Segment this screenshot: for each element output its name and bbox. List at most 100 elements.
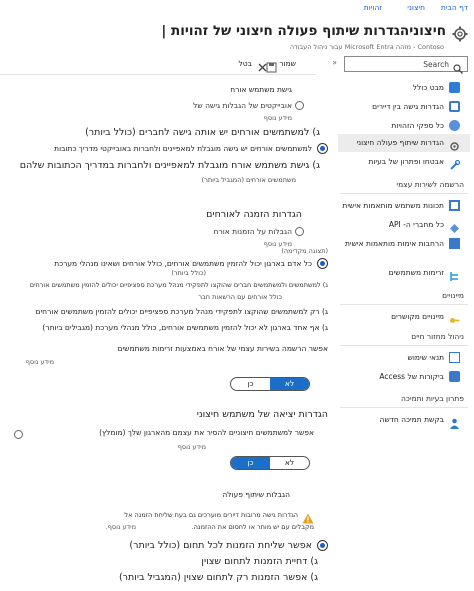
guest-invite-option-4[interactable]: ג) אף אחד בארגון לא יכול להזמין משתמשים … (42, 324, 328, 332)
collab-warning-line-1: הגדרות גישה מרובות דיירים מוערכים גם בעת… (124, 511, 298, 519)
sidebar-item-label: זרימות משתמשים (388, 268, 444, 277)
sidebar-item-user-flows[interactable]: זרימות משתמשים (340, 265, 460, 281)
external-leave-toggle[interactable]: כן לא (230, 456, 310, 470)
sidebar-section-title: מיינויים (442, 291, 464, 300)
sidebar-divider (340, 345, 468, 346)
save-button[interactable]: שמור (279, 60, 296, 68)
collab-warning-line-2: מקבלים עם יש מותר או לחסום את ההזמנה. (191, 523, 314, 531)
sidebar-item-label: אבטחו ופתרון של בעיות (368, 157, 444, 166)
page-title: חיצוניהגדרות שיתוף פעולה חיצוני של זהויו… (161, 23, 446, 39)
user-flows-icon (449, 267, 460, 281)
sidebar-item-label: הגדרות גישה בין דיירים (372, 102, 444, 111)
sidebar-item-overview[interactable]: מבט כולל (340, 80, 460, 96)
collab-option-1[interactable]: אפשר שליחת הזמנות לכל תחום (כולל ביותר) (129, 541, 312, 551)
toolbar-divider (0, 74, 316, 75)
wrench-icon (449, 156, 461, 170)
guest-access-option-2[interactable]: למשתמשים אורחים יש גישה מוגבלת למאפיינים… (54, 145, 312, 153)
guest-invite-radio-1[interactable] (317, 258, 328, 269)
sidebar-item-label: תנאי שימוש (407, 353, 444, 362)
sidebar-item-troubleshoot[interactable]: אבטחו ופתרון של בעיות (340, 154, 461, 170)
preview-tag: (תצוגה מקדימה) (281, 247, 328, 255)
collapse-sidebar-icon[interactable]: « (332, 59, 337, 67)
connector-icon (449, 219, 460, 233)
sidebar-item-label: כל ספקי הזהויות (391, 121, 444, 130)
sidebar-section-title: ניהול מחזור חיים (411, 332, 464, 341)
overview-icon (449, 82, 460, 93)
guest-access-radio-2[interactable] (317, 143, 328, 154)
sidebar-item-identity-providers[interactable]: כל ספקי הזהויות (340, 118, 460, 134)
sidebar-divider (340, 304, 468, 305)
guest-access-option-3-note: משתמשים אורחים (המגביל ביותר) (201, 176, 296, 184)
sidebar-item-label: מבט כולל (412, 83, 444, 92)
toggle-no[interactable]: לא (270, 457, 309, 469)
breadcrumb-identities[interactable]: זהויות (364, 4, 382, 12)
collab-option-2[interactable]: ג) דחיית הזמנות לתחום שצוין (201, 557, 318, 567)
info-icon[interactable] (295, 101, 304, 110)
guest-invite-option-3[interactable]: ג) רק למשתמשים שהוקצו לתפקידי מנהל מערכת… (36, 308, 328, 316)
identity-providers-icon (449, 120, 460, 131)
guest-invite-sub: הגבלות על הזמנות אורח (213, 227, 292, 236)
warning-icon (302, 509, 314, 524)
sidebar-item-label: תכונות משתמש מותאמות אישית (342, 201, 444, 210)
guest-access-sub: אובייקטים של הגבלות גישה של (193, 101, 292, 110)
sidebar-search-input[interactable]: Search (423, 61, 449, 69)
external-leave-label: אפשר למשתמשים חיצוניים להסיר את עצמם מהא… (99, 428, 314, 437)
self-service-toggle[interactable]: כן לא (230, 377, 310, 391)
document-icon (449, 352, 460, 363)
sidebar-item-custom-attributes[interactable]: תכונות משתמש מותאמות אישית (340, 198, 460, 214)
sidebar-item-new-support-request[interactable]: בקשת תמיכה חדשה (340, 412, 460, 429)
toggle-no[interactable]: לא (270, 378, 309, 390)
self-service-label: אפשר הרשמה בשירות עצמי של אורח באמצעות ז… (117, 344, 328, 353)
info-icon[interactable] (14, 430, 23, 439)
collab-radio-1[interactable] (317, 540, 328, 551)
guest-access-option-3[interactable]: ג) גישת משתמש אורח מוגבלת למאפיינים ולחב… (20, 161, 320, 171)
discard-button[interactable]: בטל (239, 60, 252, 68)
sidebar-item-label: הגדרות שיתוף פעולה חיצוני (356, 138, 444, 147)
key-icon (449, 311, 460, 323)
support-person-icon (449, 414, 460, 429)
sidebar-section-title: הרשמה לשירות עצמי (396, 180, 464, 189)
sidebar-item-terms-of-use[interactable]: תנאי שימוש (340, 350, 460, 366)
more-info-link[interactable]: מידע נוסף (26, 359, 54, 366)
sidebar-item-label: ביקורות של Access (379, 372, 444, 381)
guest-access-option-1[interactable]: ג) למשתמשים אורחים יש אותה גישה לחברים (… (85, 128, 320, 138)
gear-icon (452, 26, 468, 42)
guest-invite-option-1[interactable]: כל אדם בארגון יכול להזמין משתמשים אורחים… (54, 260, 312, 268)
sidebar-item-label: מיינויים מקושרים (391, 312, 444, 321)
guest-invite-heading: הגדרות הזמנה לאורחים (206, 209, 302, 220)
breadcrumb-external[interactable]: חיצוני (407, 4, 425, 12)
guest-access-heading: גישת משתמש אורח (230, 85, 292, 94)
sidebar-item-api-connectors[interactable]: כל מחברי ה- API (340, 217, 460, 233)
sidebar-item-label: בקשת תמיכה חדשה (379, 415, 444, 424)
page-subtitle: Contoso - מזהה Microsoft Entra עבור ניהו… (289, 43, 444, 51)
cross-tenant-icon (449, 101, 460, 112)
search-icon (453, 59, 463, 74)
sidebar-item-cross-tenant[interactable]: הגדרות גישה בין דיירים (340, 99, 460, 115)
more-info-link[interactable]: מידע נוסף (264, 115, 292, 122)
more-info-link[interactable]: מידע נוסף. (106, 524, 136, 531)
sidebar-item-linked-subscriptions[interactable]: מיינויים מקושרים (340, 309, 460, 325)
sidebar-search-box[interactable]: Search (344, 56, 468, 74)
guest-invite-option-2-note: כולל אורחים עם הרשאות חבר (198, 293, 282, 301)
access-reviews-icon (449, 371, 460, 382)
sidebar-item-collab-settings[interactable]: הגדרות שיתוף פעולה חיצוני (340, 135, 460, 151)
close-icon (257, 58, 268, 72)
collab-restrictions-heading: הגבלות שיתוף פעולה (222, 490, 290, 499)
sidebar-item-label: כל מחברי ה- API (388, 220, 444, 229)
toggle-yes[interactable]: כן (231, 457, 270, 469)
sidebar-item-access-reviews[interactable]: ביקורות של Access (340, 369, 460, 385)
collab-option-3[interactable]: ג) אפשר הזמנות רק לתחום שצוין (המגביל בי… (119, 573, 318, 583)
more-info-link[interactable]: מידע נוסף (178, 444, 206, 451)
guest-invite-option-2[interactable]: ג) למשתמשים ולמשתמשים חברים שהוקצו לתפקי… (30, 282, 328, 289)
info-icon[interactable] (295, 227, 304, 236)
gear-icon (449, 137, 460, 151)
toggle-yes[interactable]: כן (231, 378, 270, 390)
extension-icon (449, 238, 460, 249)
sidebar-item-label: הרחבות אימות מותאמות אישית (344, 239, 444, 248)
sidebar-divider (340, 407, 468, 408)
guest-invite-option-1-note: (כולל ביותר) (171, 269, 206, 277)
breadcrumb-home[interactable]: דף הבית (441, 4, 468, 12)
sidebar-section-title: פתרון בעיות ותמיכה (401, 394, 464, 403)
sidebar-divider (340, 193, 468, 194)
sidebar-item-auth-extensions[interactable]: הרחבות אימות מותאמות אישית (340, 236, 460, 252)
